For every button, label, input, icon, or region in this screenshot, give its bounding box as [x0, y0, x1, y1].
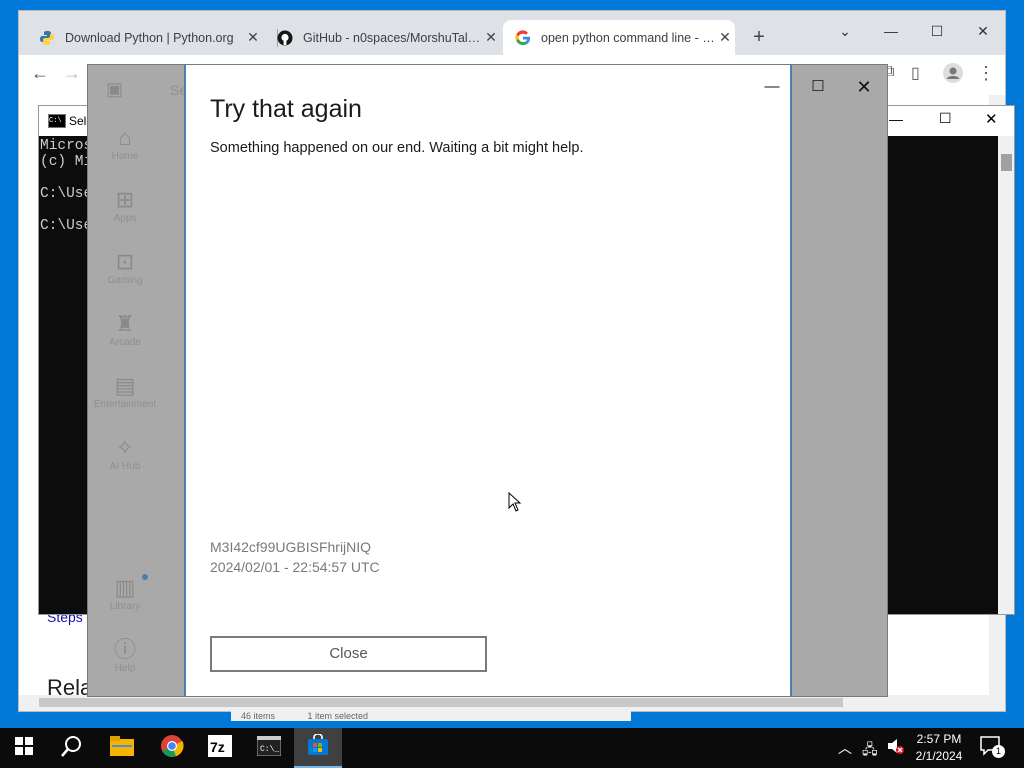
close-tab-icon[interactable]: ✕ [481, 29, 501, 46]
nav-help[interactable]: ⓘ Help [88, 637, 162, 674]
network-icon[interactable]: 🖧 [862, 739, 878, 763]
cmd-icon: C:\_ [256, 735, 282, 761]
tab-title: GitHub - n0spaces/MorshuTalk: M [303, 30, 481, 45]
nav-entertainment[interactable]: ▤ Entertainment [88, 373, 162, 410]
error-code: M3I42cf99UGBISFhrijNIQ [210, 539, 372, 555]
action-center-button[interactable]: 1 [980, 736, 1006, 760]
error-timestamp: 2024/02/01 - 22:54:57 UTC [210, 559, 380, 575]
ai-hub-icon: ✧ [115, 435, 135, 460]
python-icon [39, 30, 55, 46]
explorer-status-bar: 46 items 1 item selected [231, 711, 631, 721]
nav-ai-hub[interactable]: ✧ AI Hub [88, 435, 162, 472]
tab-title: open python command line - Go [541, 30, 715, 45]
library-icon: ▥ [114, 575, 136, 600]
notification-count-badge: 1 [992, 745, 1005, 758]
github-icon [277, 30, 293, 46]
tab-title: Download Python | Python.org [65, 30, 234, 45]
svg-text:7z: 7z [210, 739, 225, 755]
tab-python[interactable]: Download Python | Python.org ✕ [27, 20, 263, 55]
maximize-icon[interactable]: ☐ [800, 73, 836, 101]
gaming-icon: ⊡ [115, 249, 135, 274]
google-icon [515, 29, 531, 46]
help-icon: ⓘ [113, 637, 136, 662]
start-icon [15, 736, 33, 760]
store-sidebar: ▣ Se ⌂ Home ⊞ Apps ⊡ Gaming ♜ Arcade ▤ Entert… [88, 65, 187, 696]
forward-icon[interactable]: → [63, 63, 81, 84]
taskbar-file-explorer[interactable] [98, 728, 146, 768]
tab-search-chevron-icon[interactable]: ⌄ [825, 17, 865, 45]
close-tab-icon[interactable]: ✕ [715, 29, 735, 46]
side-panel-icon[interactable]: ▯ [911, 63, 920, 83]
nav-arcade[interactable]: ♜ Arcade [88, 311, 162, 348]
dialog-title: Try that again [210, 95, 362, 123]
entertainment-icon: ▤ [114, 373, 136, 398]
status-selected: 1 item selected [307, 711, 369, 721]
back-icon[interactable]: ← [31, 63, 49, 84]
close-tab-icon[interactable]: ✕ [243, 29, 263, 46]
console-scroll-thumb[interactable] [1001, 154, 1012, 171]
nav-home[interactable]: ⌂ Home [88, 125, 162, 162]
minimize-icon[interactable]: — [889, 111, 903, 127]
taskbar-7zip[interactable]: 7z [196, 728, 244, 768]
dialog-message: Something happened on our end. Waiting a… [210, 140, 584, 156]
tab-github[interactable]: GitHub - n0spaces/MorshuTalk: M ✕ [265, 20, 501, 55]
taskbar-chrome[interactable] [148, 728, 196, 768]
maximize-icon[interactable]: ☐ [917, 17, 957, 45]
store-logo-icon: ▣ [106, 79, 124, 99]
taskbar: 7z C:\_ ︿ 🖧 2:57 PM 2/1/2024 1 [0, 728, 1024, 768]
tray-chevron-up-icon[interactable]: ︿ [838, 738, 852, 758]
nav-library[interactable]: ▥ Library [88, 575, 162, 612]
search-icon [61, 735, 83, 762]
new-tab-button[interactable]: + [747, 25, 771, 49]
taskbar-cmd[interactable]: C:\_ [245, 728, 293, 768]
profile-avatar-icon[interactable] [943, 63, 963, 88]
maximize-icon[interactable]: ☐ [939, 110, 952, 127]
volume-muted-icon[interactable] [886, 737, 904, 760]
apps-icon: ⊞ [115, 187, 135, 212]
chrome-icon [160, 734, 184, 763]
clock-date: 2/1/2024 [915, 749, 963, 763]
arcade-icon: ♜ [115, 311, 135, 336]
close-icon[interactable]: ✕ [846, 73, 882, 101]
clock-time: 2:57 PM [916, 732, 962, 746]
store-icon [307, 732, 329, 761]
start-button[interactable] [0, 728, 48, 768]
tab-strip: Download Python | Python.org ✕ GitHub - … [19, 11, 1005, 55]
library-update-dot [142, 574, 148, 580]
close-button[interactable]: Close [210, 636, 487, 672]
console-app-icon: C:\ [48, 114, 66, 128]
file-explorer-icon [110, 735, 134, 761]
home-icon: ⌂ [118, 125, 132, 150]
close-window-icon[interactable]: ✕ [963, 17, 1003, 45]
error-dialog: Try that again Something happened on our… [184, 65, 792, 696]
taskbar-clock[interactable]: 2:57 PM 2/1/2024 [910, 731, 968, 765]
svg-text:C:\_: C:\_ [260, 745, 279, 754]
tab-google-search[interactable]: open python command line - Go ✕ [503, 20, 735, 55]
taskbar-store[interactable] [294, 728, 342, 768]
nav-gaming[interactable]: ⊡ Gaming [88, 249, 162, 286]
store-window: ▣ Se ⌂ Home ⊞ Apps ⊡ Gaming ♜ Arcade ▤ Entert… [87, 64, 888, 697]
console-scrollbar[interactable] [998, 136, 1014, 614]
horizontal-scroll-thumb[interactable] [39, 698, 843, 707]
minimize-icon[interactable]: — [871, 17, 911, 45]
7zip-icon: 7z [208, 734, 232, 762]
nav-apps[interactable]: ⊞ Apps [88, 187, 162, 224]
taskbar-search-button[interactable] [48, 728, 96, 768]
mouse-pointer-icon [508, 491, 522, 517]
minimize-icon[interactable]: — [754, 73, 790, 101]
status-items: 46 items [241, 711, 276, 721]
menu-kebab-icon[interactable]: ⋮ [977, 63, 995, 84]
close-icon[interactable]: ✕ [985, 110, 998, 128]
